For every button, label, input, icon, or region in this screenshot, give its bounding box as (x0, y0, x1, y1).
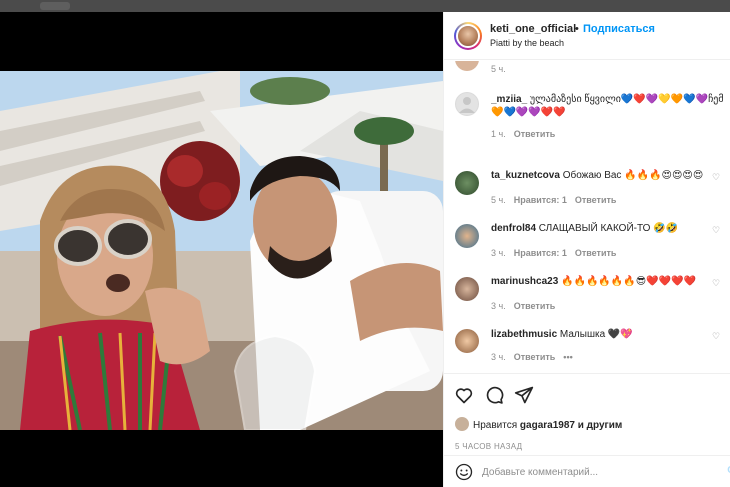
comment-meta: 3 ч. Ответить (491, 301, 563, 311)
comment-body: Обожаю Вас 🔥🔥🔥😍😍😍😍 (562, 170, 704, 181)
top-strip-icons (40, 2, 70, 10)
comment-meta: 5 ч. Нравится: 1 Ответить (491, 195, 624, 205)
comment-time: 1 ч. (491, 129, 506, 139)
comment-time: 3 ч. (491, 301, 506, 311)
comment-meta: 3 ч. Ответить ••• (491, 352, 581, 362)
comment-time: 3 ч. (491, 352, 506, 362)
like-comment-icon[interactable]: ♡ (711, 172, 721, 182)
post-header: keti_one_official • Подписаться Piatti b… (444, 12, 730, 60)
reply-button[interactable]: Ответить (514, 352, 556, 362)
comment-text-line-2: 🧡💙💜💜❤️❤️ (491, 107, 566, 118)
comment-text-line: lizabethmusic Малышка 🖤💖 (491, 328, 723, 341)
default-avatar-icon (459, 97, 475, 113)
heart-icon[interactable] (454, 385, 474, 405)
comment-time: 5 ч. (491, 64, 506, 74)
share-icon[interactable] (514, 385, 534, 405)
post-side-panel: keti_one_official • Подписаться Piatti b… (443, 12, 730, 487)
like-comment-icon[interactable]: ♡ (711, 225, 721, 235)
author-avatar-image (456, 24, 480, 48)
comment-icon[interactable] (484, 385, 504, 405)
comment-text-line: marinushca23 🔥🔥🔥🔥🔥🔥😎❤️❤️❤️❤️ (491, 275, 723, 288)
likes-summary: Нравится gagara1987 и другим (455, 417, 622, 431)
comment-body: СЛАЩАВЫЙ КАКОЙ-ТО 🤣🤣 (538, 223, 679, 234)
comment-body: Малышка 🖤💖 (559, 329, 633, 340)
comment-username[interactable]: denfrol84 (491, 223, 536, 234)
comment-time: 3 ч. (491, 248, 506, 258)
post-actions: Нравится gagara1987 и другим 5 ЧАСОВ НАЗ… (444, 373, 730, 455)
emoji-icon[interactable] (455, 463, 473, 481)
comment-username[interactable]: _mziia_ (491, 94, 527, 105)
follow-button[interactable]: Подписаться (583, 23, 655, 35)
top-strip (0, 0, 730, 12)
reply-button[interactable]: Ответить (575, 195, 617, 205)
comment-avatar[interactable] (455, 224, 479, 248)
comment-text-line: denfrol84 СЛАЩАВЫЙ КАКОЙ-ТО 🤣🤣 (491, 222, 723, 235)
like-comment-icon[interactable]: ♡ (711, 278, 721, 288)
author-username[interactable]: keti_one_official (490, 23, 576, 35)
comment-text-line: _mziia_ ულამაზესი წყვილი💙❤️💜💛🧡💙💜ჩემო ძვი (491, 93, 723, 106)
add-comment-bar: О (444, 455, 730, 487)
comment-username[interactable]: marinushca23 (491, 276, 558, 287)
post-location[interactable]: Piatti by the beach (490, 38, 564, 48)
comment-avatar[interactable] (455, 61, 479, 71)
comment-body: 🔥🔥🔥🔥🔥🔥😎❤️❤️❤️❤️ (561, 276, 696, 287)
likes-prefix: Нравится (473, 420, 518, 431)
comment-body: ულამაზესი წყვილი💙❤️💜💛🧡💙💜ჩემო ძვი (529, 94, 723, 105)
comment-avatar[interactable] (455, 277, 479, 301)
comment-username[interactable]: ta_kuznetcova (491, 170, 560, 181)
comment-meta: 5 ч. (491, 64, 514, 74)
comment-avatar[interactable] (455, 92, 479, 116)
liker-avatar[interactable] (455, 417, 469, 431)
header-separator: • (575, 23, 579, 35)
comment-time: 5 ч. (491, 195, 506, 205)
likes-suffix[interactable]: и другим (578, 420, 623, 431)
photo-illustration (0, 71, 443, 430)
reply-button[interactable]: Ответить (575, 248, 617, 258)
liker-username[interactable]: gagara1987 (520, 420, 575, 431)
comment-avatar[interactable] (455, 329, 479, 353)
like-comment-icon[interactable]: ♡ (711, 96, 721, 106)
post-time-ago[interactable]: 5 ЧАСОВ НАЗАД (455, 442, 522, 451)
comment-username[interactable]: lizabethmusic (491, 329, 557, 340)
reply-button[interactable]: Ответить (514, 129, 556, 139)
post-photo[interactable] (0, 71, 443, 430)
comment-input[interactable] (482, 463, 712, 481)
comment-meta: 1 ч. Ответить (491, 129, 563, 139)
comment-avatar[interactable] (455, 171, 479, 195)
author-avatar[interactable] (454, 22, 482, 50)
comment-likes[interactable]: Нравится: 1 (514, 195, 567, 205)
comments-list[interactable]: 5 ч. _mziia_ ულამაზესი წყვილი💙❤️💜💛🧡💙💜ჩემ… (444, 61, 730, 373)
comment-likes[interactable]: Нравится: 1 (514, 248, 567, 258)
comment-text-line: ta_kuznetcova Обожаю Вас 🔥🔥🔥😍😍😍😍 (491, 169, 723, 182)
like-comment-icon[interactable]: ♡ (711, 331, 721, 341)
post-media-area[interactable] (0, 12, 443, 487)
reply-button[interactable]: Ответить (514, 301, 556, 311)
comment-meta: 3 ч. Нравится: 1 Ответить (491, 248, 624, 258)
more-options-button[interactable]: ••• (563, 352, 572, 362)
